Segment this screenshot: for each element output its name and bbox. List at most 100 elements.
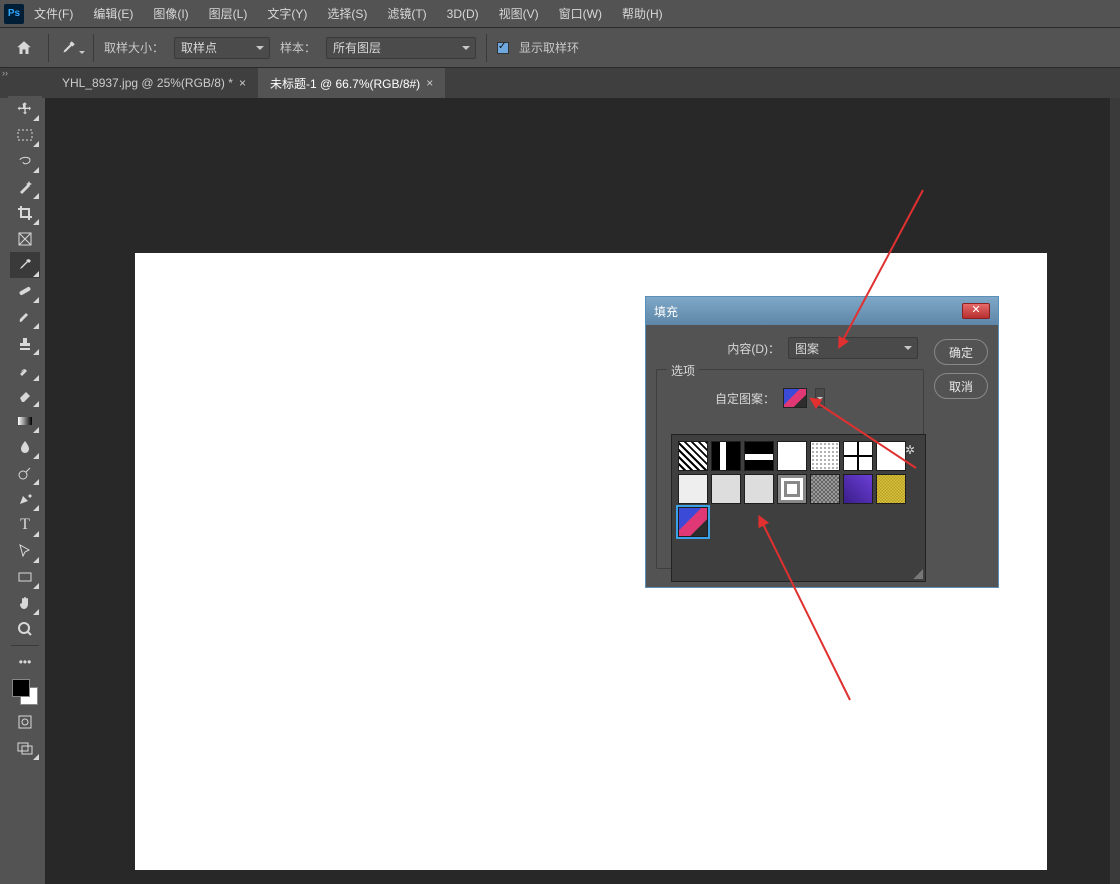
quick-mask-button[interactable] <box>10 709 40 735</box>
cancel-label: 取消 <box>949 378 973 395</box>
pattern-swatch[interactable] <box>876 474 906 504</box>
eyedropper-tool-indicator[interactable] <box>59 36 83 60</box>
path-selection-tool[interactable] <box>10 538 40 564</box>
home-button[interactable] <box>10 34 38 62</box>
menu-type[interactable]: 文字(Y) <box>257 5 317 22</box>
content-value: 图案 <box>795 340 819 357</box>
menu-view[interactable]: 视图(V) <box>489 5 549 22</box>
tab-close-button[interactable]: × <box>426 76 433 90</box>
pattern-swatch[interactable] <box>810 474 840 504</box>
brush-icon <box>17 309 33 325</box>
tab-close-button[interactable]: × <box>239 76 246 90</box>
frame-tool[interactable] <box>10 226 40 252</box>
pattern-swatch-selected[interactable] <box>678 507 708 537</box>
menu-filter[interactable]: 滤镜(T) <box>377 5 436 22</box>
zoom-tool[interactable] <box>10 616 40 642</box>
ok-button[interactable]: 确定 <box>934 339 988 365</box>
pattern-swatch[interactable] <box>744 474 774 504</box>
eraser-tool[interactable] <box>10 382 40 408</box>
history-brush-tool[interactable] <box>10 356 40 382</box>
eyedropper-icon <box>59 39 77 57</box>
wand-icon <box>17 179 33 195</box>
rectangle-tool[interactable] <box>10 564 40 590</box>
pattern-thumbnail[interactable] <box>783 388 807 408</box>
cancel-button[interactable]: 取消 <box>934 373 988 399</box>
screenmode-icon <box>17 740 33 756</box>
eyedropper-tool[interactable] <box>10 252 40 278</box>
eraser-icon <box>17 387 33 403</box>
pattern-swatch[interactable] <box>711 441 741 471</box>
menu-help[interactable]: 帮助(H) <box>612 5 673 22</box>
pattern-swatch[interactable] <box>843 441 873 471</box>
blur-tool[interactable] <box>10 434 40 460</box>
dialog-close-button[interactable]: ✕ <box>962 303 990 319</box>
arrow-cursor-icon <box>17 543 33 559</box>
eyedropper-icon <box>17 257 33 273</box>
brush-tool[interactable] <box>10 304 40 330</box>
dodge-tool[interactable] <box>10 460 40 486</box>
menu-bar: Ps 文件(F) 编辑(E) 图像(I) 图层(L) 文字(Y) 选择(S) 滤… <box>0 0 1120 28</box>
right-scroll-gutter[interactable] <box>1110 98 1120 884</box>
options-legend: 选项 <box>667 362 699 379</box>
pattern-dropdown-button[interactable] <box>815 388 825 408</box>
options-bar: 取样大小： 取样点 样本： 所有图层 显示取样环 <box>0 28 1120 68</box>
pattern-swatch[interactable] <box>876 441 906 471</box>
type-tool[interactable]: T <box>10 512 40 538</box>
lasso-tool[interactable] <box>10 148 40 174</box>
sample-size-value: 取样点 <box>181 39 217 56</box>
panel-grip-icon[interactable]: ›› <box>0 68 12 76</box>
menu-image[interactable]: 图像(I) <box>143 5 198 22</box>
pattern-swatch[interactable] <box>777 474 807 504</box>
pattern-swatch[interactable] <box>777 441 807 471</box>
screen-mode-button[interactable] <box>10 735 40 761</box>
pattern-menu-gear-icon[interactable]: ✲ <box>905 443 915 457</box>
options-fieldset: 选项 自定图案： <box>656 369 924 569</box>
history-brush-icon <box>17 361 33 377</box>
popup-resize-handle[interactable] <box>913 569 923 579</box>
content-label: 内容(D)： <box>727 340 780 357</box>
foreground-color-swatch[interactable] <box>12 679 30 697</box>
tab-document-0[interactable]: YHL_8937.jpg @ 25%(RGB/8) * × <box>50 68 258 98</box>
tab-document-1[interactable]: 未标题-1 @ 66.7%(RGB/8#) × <box>258 68 445 98</box>
healing-brush-tool[interactable] <box>10 278 40 304</box>
droplet-icon <box>17 439 33 455</box>
move-tool[interactable] <box>10 96 40 122</box>
dialog-title: 填充 <box>654 303 678 320</box>
pattern-swatch[interactable] <box>744 441 774 471</box>
crop-tool[interactable] <box>10 200 40 226</box>
sample-size-dropdown[interactable]: 取样点 <box>174 37 270 59</box>
menu-layer[interactable]: 图层(L) <box>199 5 258 22</box>
gradient-tool[interactable] <box>10 408 40 434</box>
hand-tool[interactable] <box>10 590 40 616</box>
menu-file[interactable]: 文件(F) <box>24 5 83 22</box>
pattern-picker-popup: ✲ <box>671 434 926 582</box>
edit-toolbar-button[interactable]: ••• <box>10 649 40 675</box>
content-dropdown[interactable]: 图案 <box>788 337 918 359</box>
menu-select[interactable]: 选择(S) <box>317 5 377 22</box>
tab-label: 未标题-1 @ 66.7%(RGB/8#) <box>270 75 420 92</box>
type-icon: T <box>20 516 30 534</box>
sample-size-label: 取样大小： <box>104 39 164 56</box>
frame-icon <box>17 231 33 247</box>
app-logo: Ps <box>4 4 24 24</box>
menu-window[interactable]: 窗口(W) <box>549 5 612 22</box>
pattern-swatch[interactable] <box>711 474 741 504</box>
pattern-swatch[interactable] <box>810 441 840 471</box>
pattern-swatch[interactable] <box>678 474 708 504</box>
gradient-icon <box>17 413 33 429</box>
pattern-swatch[interactable] <box>678 441 708 471</box>
dialog-titlebar[interactable]: 填充 ✕ <box>646 297 998 325</box>
menu-edit[interactable]: 编辑(E) <box>83 5 143 22</box>
sample-layers-dropdown[interactable]: 所有图层 <box>326 37 476 59</box>
pen-tool[interactable] <box>10 486 40 512</box>
show-sample-ring-checkbox[interactable] <box>497 42 509 54</box>
color-swatches[interactable] <box>10 677 40 707</box>
magic-wand-tool[interactable] <box>10 174 40 200</box>
lasso-icon <box>17 153 33 169</box>
pattern-swatch[interactable] <box>843 474 873 504</box>
marquee-tool[interactable] <box>10 122 40 148</box>
hand-icon <box>17 595 33 611</box>
marquee-icon <box>17 127 33 143</box>
clone-stamp-tool[interactable] <box>10 330 40 356</box>
menu-3d[interactable]: 3D(D) <box>437 7 489 21</box>
